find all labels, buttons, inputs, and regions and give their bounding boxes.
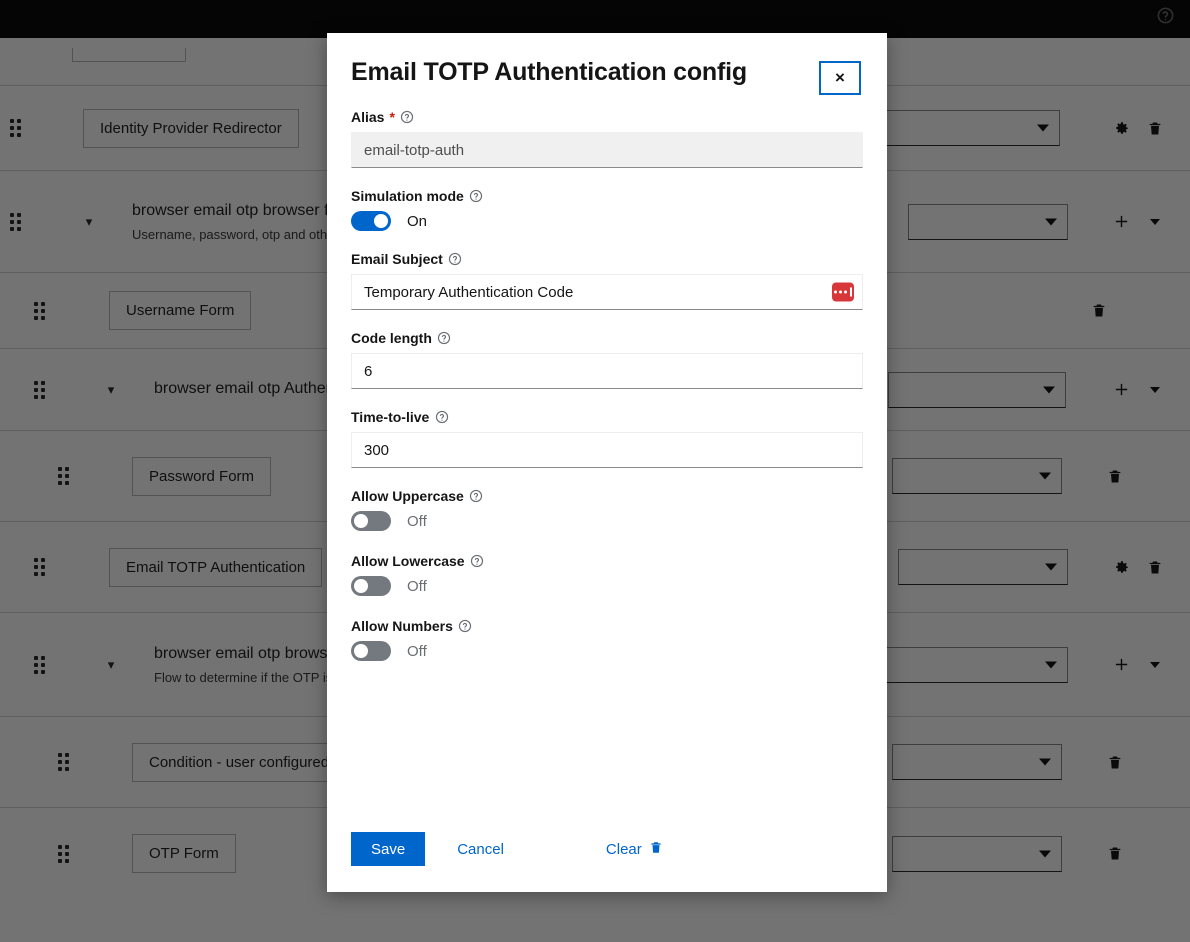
code-length-label-text: Code length — [351, 330, 432, 346]
allow-uppercase-state: Off — [407, 512, 427, 530]
allow-lowercase-state: Off — [407, 577, 427, 595]
email-totp-config-modal: Email TOTP Authentication config × Alias… — [327, 33, 887, 892]
password-manager-icon[interactable] — [832, 282, 854, 302]
allow-lowercase-toggle[interactable] — [351, 576, 391, 596]
close-icon[interactable]: × — [819, 61, 861, 95]
simulation-mode-label: Simulation mode — [351, 188, 863, 204]
simulation-mode-label-text: Simulation mode — [351, 188, 464, 204]
toggle-knob — [354, 644, 368, 658]
simulation-mode-state: On — [407, 212, 428, 230]
required-asterisk: * — [389, 109, 395, 125]
email-subject-input-wrap: Temporary Authentication Code — [351, 274, 863, 310]
help-circle-icon[interactable] — [448, 252, 463, 267]
help-circle-icon[interactable] — [458, 619, 473, 634]
help-circle-icon[interactable] — [434, 410, 449, 425]
allow-lowercase-switch-row: Off — [351, 576, 863, 596]
field-email-subject: Email Subject Temporary Authentication C… — [351, 251, 863, 310]
alias-label-text: Alias — [351, 109, 385, 125]
help-circle-icon[interactable] — [437, 331, 452, 346]
help-circle-icon[interactable] — [400, 110, 415, 125]
field-alias: Alias * email-totp-auth — [351, 109, 863, 168]
field-simulation-mode: Simulation mode On — [351, 188, 863, 231]
code-length-input[interactable]: 6 — [351, 353, 863, 389]
code-length-label: Code length — [351, 330, 863, 346]
modal-header: Email TOTP Authentication config × — [327, 33, 887, 99]
clear-button-label: Clear — [605, 840, 642, 858]
modal-footer: Save Cancel Clear — [327, 832, 887, 892]
allow-uppercase-toggle[interactable] — [351, 511, 391, 531]
email-subject-label-text: Email Subject — [351, 251, 443, 267]
allow-numbers-switch-row: Off — [351, 641, 863, 661]
time-to-live-input[interactable]: 300 — [351, 432, 863, 468]
help-circle-icon[interactable] — [470, 554, 485, 569]
toggle-knob — [354, 514, 368, 528]
simulation-mode-switch-row: On — [351, 211, 863, 231]
time-to-live-label: Time-to-live — [351, 409, 863, 425]
email-subject-label: Email Subject — [351, 251, 863, 267]
field-allow-lowercase: Allow Lowercase Off — [351, 553, 863, 596]
field-allow-numbers: Allow Numbers Off — [351, 618, 863, 661]
alias-input[interactable]: email-totp-auth — [351, 132, 863, 168]
trash-icon — [649, 840, 663, 859]
allow-uppercase-switch-row: Off — [351, 511, 863, 531]
page-title: Email TOTP Authentication config — [351, 58, 747, 86]
field-time-to-live: Time-to-live 300 — [351, 409, 863, 468]
allow-numbers-label-text: Allow Numbers — [351, 618, 453, 634]
field-allow-uppercase: Allow Uppercase Off — [351, 488, 863, 531]
allow-lowercase-label: Allow Lowercase — [351, 553, 863, 569]
time-to-live-label-text: Time-to-live — [351, 409, 430, 425]
allow-uppercase-label: Allow Uppercase — [351, 488, 863, 504]
field-code-length: Code length 6 — [351, 330, 863, 389]
allow-numbers-toggle[interactable] — [351, 641, 391, 661]
allow-lowercase-label-text: Allow Lowercase — [351, 553, 465, 569]
alias-label: Alias * — [351, 109, 863, 125]
modal-body: Alias * email-totp-auth Simulation mode — [327, 99, 887, 832]
email-subject-input[interactable]: Temporary Authentication Code — [351, 274, 863, 310]
help-circle-icon[interactable] — [469, 189, 484, 204]
cancel-button[interactable]: Cancel — [443, 841, 518, 858]
allow-numbers-label: Allow Numbers — [351, 618, 863, 634]
allow-numbers-state: Off — [407, 642, 427, 660]
toggle-knob — [374, 214, 388, 228]
allow-uppercase-label-text: Allow Uppercase — [351, 488, 464, 504]
clear-button[interactable]: Clear — [606, 840, 663, 859]
toggle-knob — [354, 579, 368, 593]
save-button[interactable]: Save — [351, 832, 426, 866]
help-circle-icon[interactable] — [469, 489, 484, 504]
simulation-mode-toggle[interactable] — [351, 211, 391, 231]
